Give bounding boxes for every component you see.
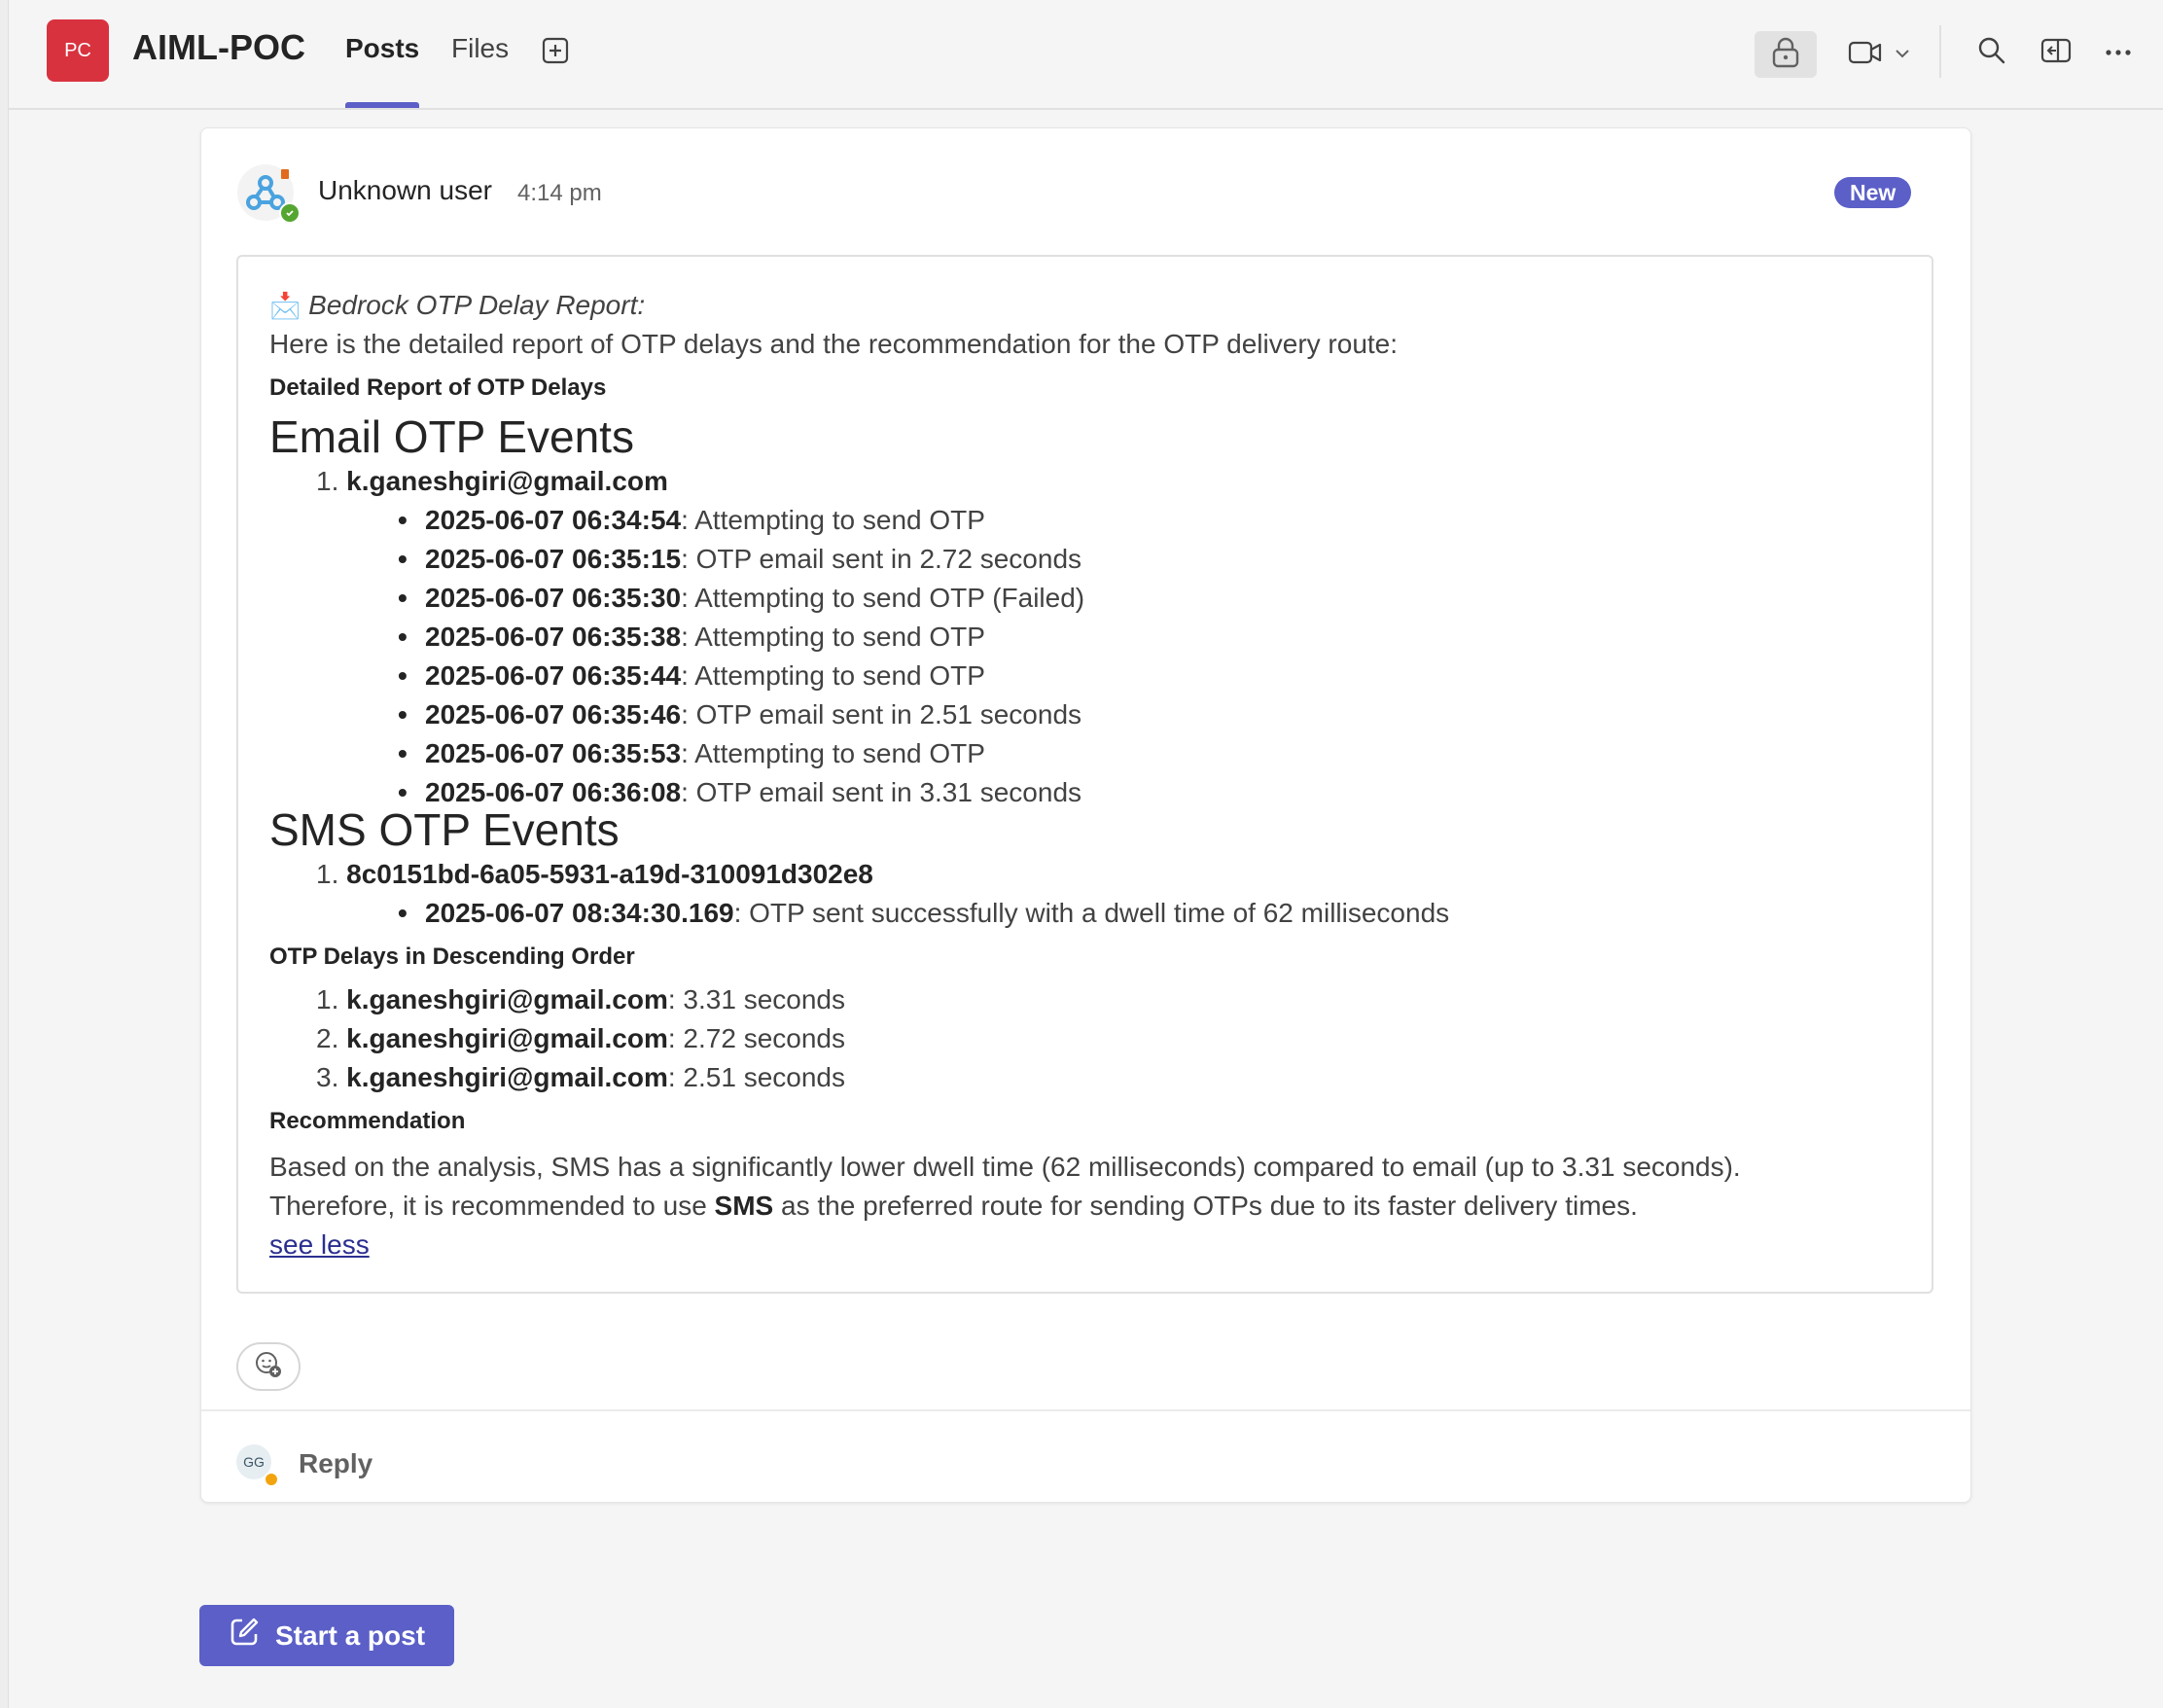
report-title-text: Bedrock OTP Delay Report:: [308, 290, 646, 320]
delay-item: 1. k.ganeshgiri@gmail.com: 3.31 seconds: [316, 984, 845, 1014]
recommendation-line-1: Based on the analysis, SMS has a signifi…: [269, 1152, 1741, 1182]
email-event-item: 2025-06-07 06:35:44: Attempting to send …: [398, 660, 985, 692]
post-timestamp: 4:14 pm: [517, 180, 602, 206]
email-event-item: 2025-06-07 06:35:15: OTP email sent in 2…: [398, 544, 1082, 575]
tab-posts[interactable]: Posts: [345, 33, 419, 64]
email-event-item: 2025-06-07 06:35:30: Attempting to send …: [398, 583, 1084, 614]
lock-icon: [1771, 36, 1800, 74]
sms-id-item: 1. 8c0151bd-6a05-5931-a19d-310091d302e8: [316, 859, 873, 890]
intro-text: Here is the detailed report of OTP delay…: [269, 329, 1399, 359]
list-number: 1.: [316, 859, 339, 889]
email-user: k.ganeshgiri@gmail.com: [346, 466, 668, 496]
delay-item: 2. k.ganeshgiri@gmail.com: 2.72 seconds: [316, 1023, 845, 1053]
start-post-button[interactable]: Start a post: [199, 1605, 454, 1666]
meet-button[interactable]: [1835, 31, 1923, 78]
email-event-item: 2025-06-07 06:34:54: Attempting to send …: [398, 505, 985, 536]
header-divider: [1939, 25, 1941, 78]
lock-button[interactable]: [1755, 31, 1817, 78]
heading-email-events: Email OTP Events: [269, 411, 634, 462]
search-icon: [1977, 36, 2006, 70]
video-icon: [1848, 40, 1883, 70]
search-button[interactable]: [1968, 29, 2016, 76]
left-rail: [0, 0, 9, 1708]
chevron-down-icon[interactable]: [1895, 46, 1910, 63]
available-status-icon: [279, 202, 301, 224]
delay-item: 3. k.ganeshgiri@gmail.com: 2.51 seconds: [316, 1062, 845, 1092]
section-heading-delays: OTP Delays in Descending Order: [269, 943, 635, 970]
side-panel-icon: [2040, 38, 2072, 68]
add-tab-icon[interactable]: [542, 37, 569, 64]
sms-id: 8c0151bd-6a05-5931-a19d-310091d302e8: [346, 859, 873, 889]
post-card: Unknown user 4:14 pm New 📩 Bedrock OTP D…: [200, 127, 1971, 1503]
email-event-item: 2025-06-07 06:35:38: Attempting to send …: [398, 622, 985, 653]
heading-sms-events: SMS OTP Events: [269, 804, 620, 855]
adaptive-card: 📩 Bedrock OTP Delay Report: Here is the …: [236, 255, 1933, 1294]
section-heading-recommendation: Recommendation: [269, 1108, 466, 1134]
report-title: 📩 Bedrock OTP Delay Report:: [269, 290, 645, 321]
more-options-button[interactable]: [2094, 29, 2143, 76]
active-tab-indicator: [345, 102, 419, 108]
emoji-add-icon: [254, 1350, 283, 1384]
team-name: AIML-POC: [132, 27, 305, 67]
sms-event-item: 2025-06-07 08:34:30.169: OTP sent succes…: [398, 898, 1449, 929]
email-event-item: 2025-06-07 06:35:46: OTP email sent in 2…: [398, 699, 1082, 730]
start-post-label: Start a post: [275, 1619, 426, 1651]
recommendation-line-2: Therefore, it is recommended to use SMS …: [269, 1191, 1638, 1221]
compose-icon: [229, 1617, 275, 1655]
see-less-link[interactable]: see less: [269, 1229, 370, 1261]
section-heading-report: Detailed Report of OTP Delays: [269, 374, 607, 401]
team-avatar[interactable]: PC: [47, 19, 109, 82]
email-event-item: 2025-06-07 06:35:53: Attempting to send …: [398, 738, 985, 769]
post-author[interactable]: Unknown user: [318, 175, 492, 206]
list-number: 1.: [316, 466, 339, 496]
message-body: 📩 Bedrock OTP Delay Report: Here is the …: [238, 257, 1932, 1292]
add-reaction-button[interactable]: [236, 1342, 301, 1391]
tab-files[interactable]: Files: [451, 33, 509, 64]
envelope-icon: 📩: [269, 291, 301, 320]
more-icon: [2105, 44, 2132, 61]
side-panel-button[interactable]: [2032, 29, 2080, 76]
email-user-item: 1. k.ganeshgiri@gmail.com: [316, 466, 668, 497]
new-badge: New: [1834, 177, 1912, 208]
away-status-icon: [264, 1472, 279, 1487]
channel-header: PC AIML-POC Posts Files: [9, 0, 2163, 110]
reply-button[interactable]: Reply: [299, 1448, 372, 1479]
reply-row[interactable]: GG Reply: [201, 1409, 1970, 1504]
